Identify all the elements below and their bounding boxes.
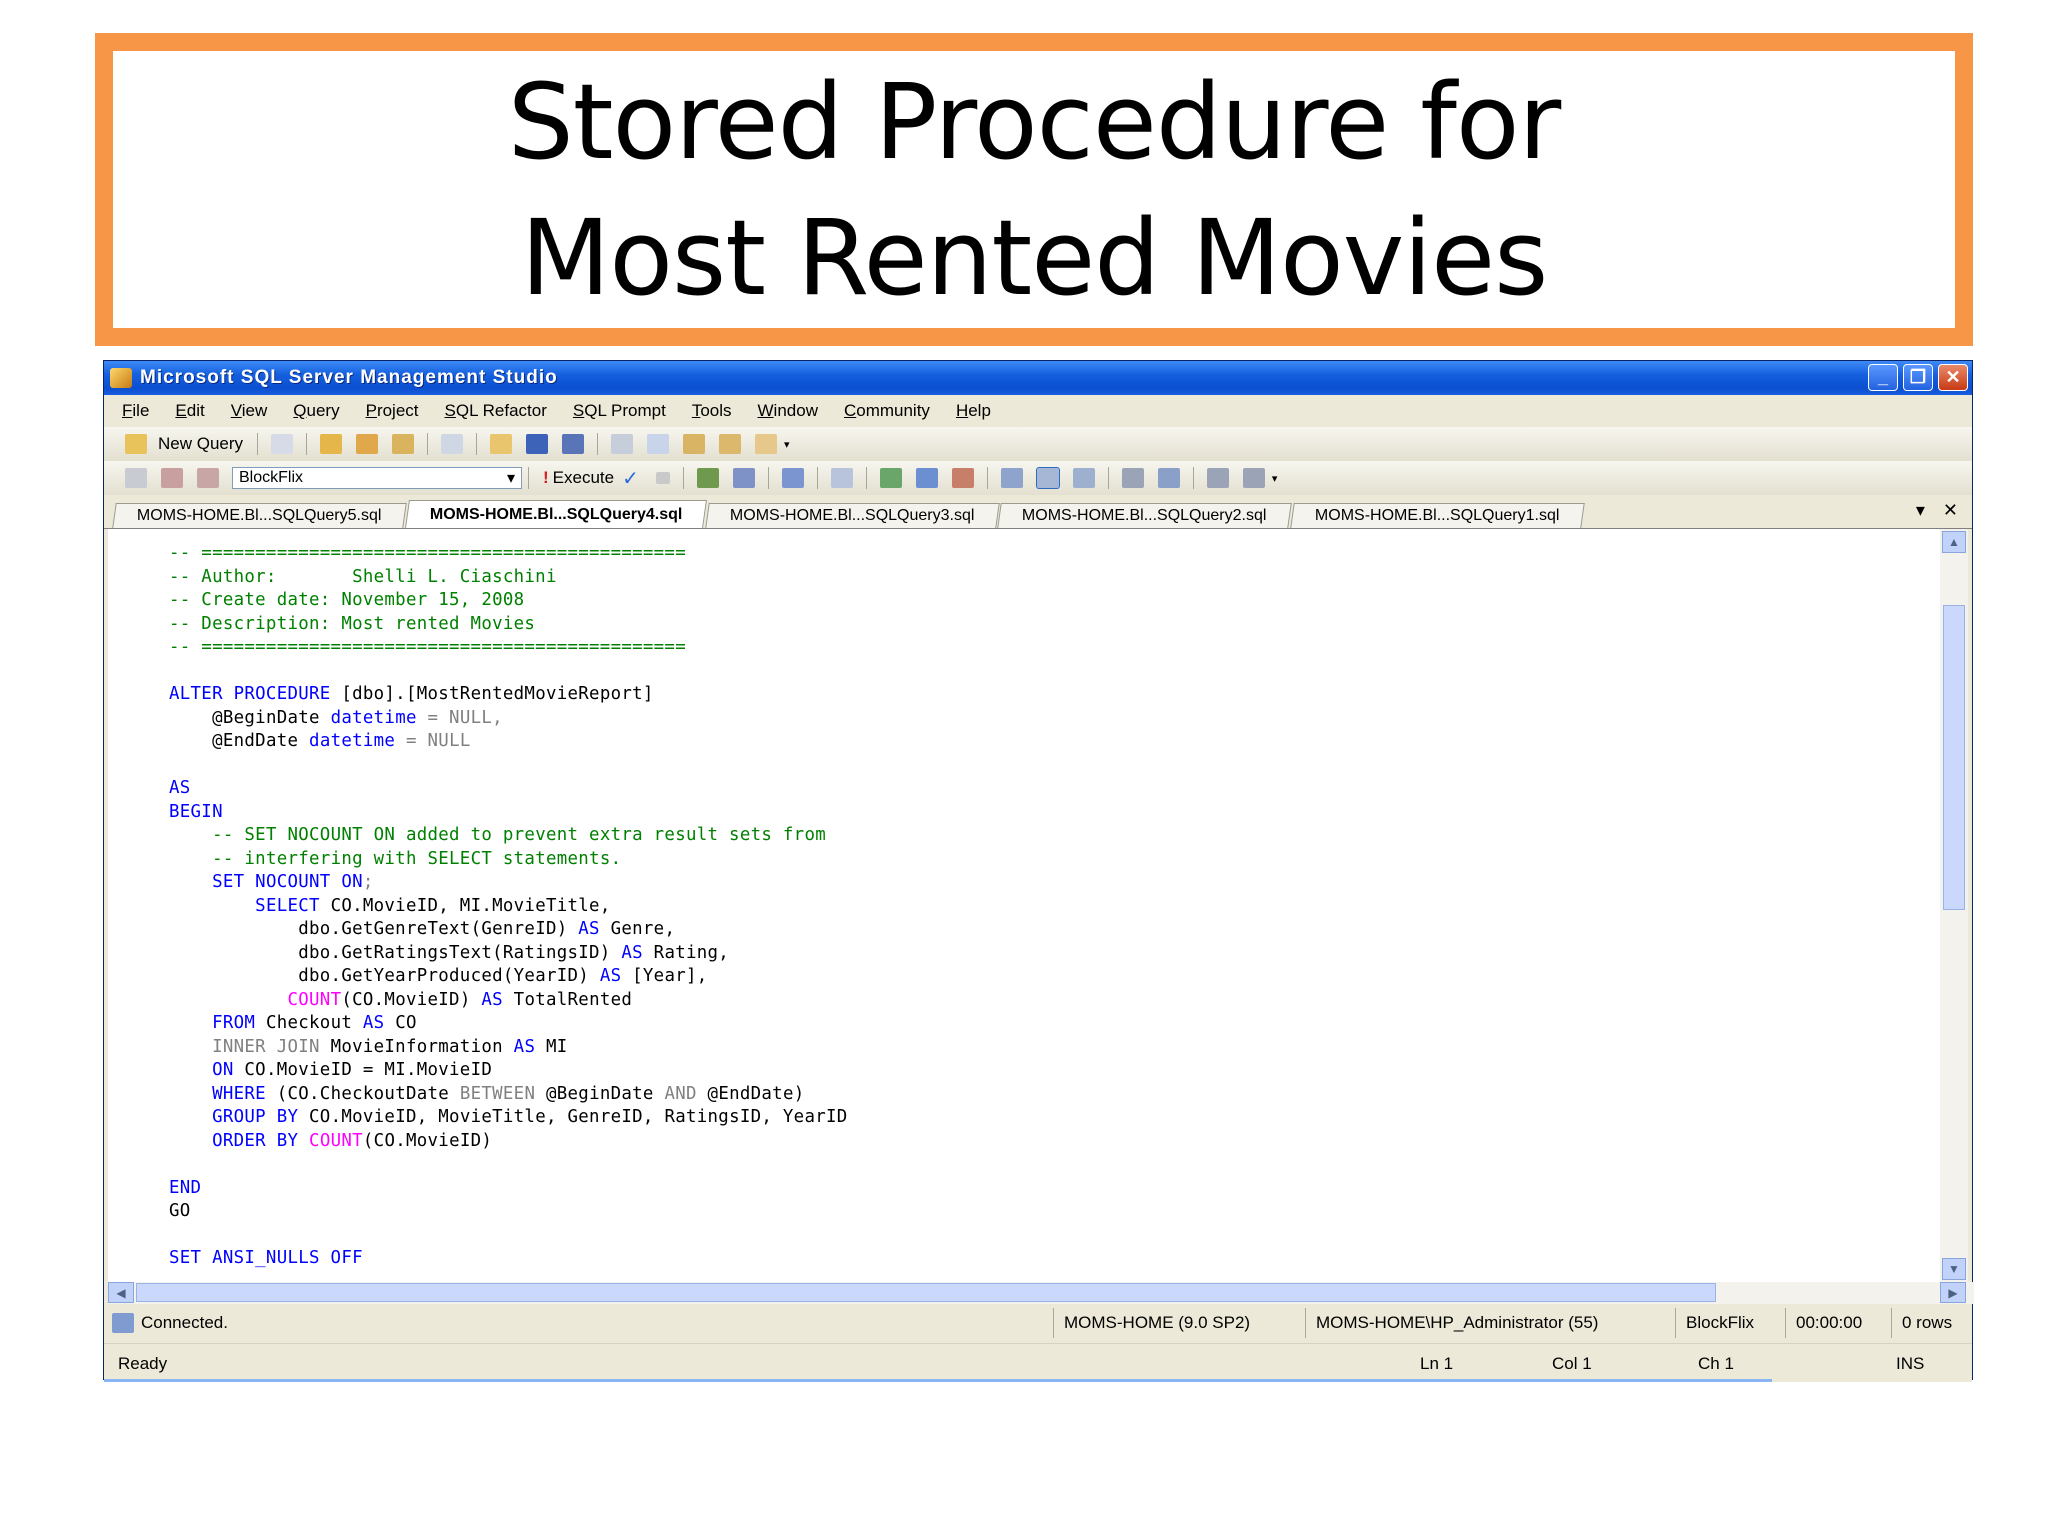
scroll-left-icon[interactable]: ◀ (108, 1282, 134, 1303)
client-statistics-icon[interactable] (915, 468, 938, 488)
database-engine-query-icon[interactable] (320, 434, 343, 454)
query-designer-icon[interactable] (732, 468, 755, 488)
tab-sqlquery4[interactable]: MOMS-HOME.Bl...SQLQuery4.sql (404, 500, 707, 528)
results-grid-active-icon[interactable] (1035, 467, 1060, 489)
line-number: Ln 1 (1420, 1354, 1454, 1373)
open-folder-icon[interactable] (490, 434, 513, 454)
comment-lines-icon[interactable] (1121, 468, 1144, 488)
scroll-right-icon[interactable]: ▶ (1940, 1282, 1966, 1303)
slide-title-box: Stored Procedure for Most Rented Movies (95, 33, 1973, 346)
execute-button[interactable]: Execute (553, 468, 614, 488)
menu-help[interactable]: Help (956, 401, 991, 421)
menu-tools[interactable]: Tools (692, 401, 732, 421)
char-number: Ch 1 (1698, 1354, 1734, 1373)
menu-view[interactable]: View (231, 401, 268, 421)
close-tab-icon[interactable]: ✕ (1943, 500, 1958, 521)
parse-check-icon[interactable]: ✓ (622, 466, 639, 491)
new-file-icon[interactable] (271, 434, 294, 454)
uncomment-lines-icon[interactable] (1157, 468, 1180, 488)
registered-servers-icon[interactable] (611, 434, 634, 454)
cancel-query-icon[interactable] (655, 472, 670, 484)
row-count: 0 rows (1891, 1308, 1971, 1338)
estimated-plan-icon[interactable] (696, 468, 719, 488)
menu-bar: File Edit View Query Project SQL Refacto… (104, 395, 1972, 427)
specify-values-icon[interactable] (781, 468, 804, 488)
standard-toolbar: New Query ▾ (104, 427, 1972, 461)
login-user: MOMS-HOME\HP_Administrator (55) (1305, 1308, 1675, 1338)
insert-mode: INS (1896, 1354, 1925, 1373)
tab-sqlquery3[interactable]: MOMS-HOME.Bl...SQLQuery3.sql (705, 503, 1000, 528)
server-version: MOMS-HOME (9.0 SP2) (1053, 1308, 1305, 1338)
column-number: Col 1 (1552, 1354, 1592, 1373)
ssms-app-icon (110, 368, 132, 388)
results-to-file-icon[interactable] (1072, 468, 1095, 488)
database-select[interactable]: BlockFlix ▾ (232, 467, 522, 489)
slide-title-line2: Most Rented Movies (520, 196, 1549, 319)
toolbar-overflow-icon[interactable]: ▾ (784, 438, 790, 451)
analysis-query-icon[interactable] (356, 434, 379, 454)
intellisense-icon[interactable] (830, 468, 853, 488)
window-title: Microsoft SQL Server Management Studio (140, 367, 558, 388)
connect-icon[interactable] (125, 468, 147, 488)
ready-status-bar: Ready Ln 1 Col 1 Ch 1 INS (104, 1343, 1972, 1382)
increase-indent-icon[interactable] (1242, 468, 1265, 488)
include-plan-icon[interactable] (879, 468, 902, 488)
window-titlebar[interactable]: Microsoft SQL Server Management Studio _… (104, 361, 1972, 395)
restore-button[interactable]: ❐ (1903, 364, 1933, 391)
save-icon[interactable] (526, 434, 549, 454)
document-tabs: MOMS-HOME.Bl...SQLQuery5.sql MOMS-HOME.B… (104, 498, 1972, 529)
sql-editor-toolbar: BlockFlix ▾ ! Execute ✓ ▾ (104, 461, 1972, 495)
scroll-up-icon[interactable]: ▲ (1942, 531, 1966, 553)
menu-query[interactable]: Query (293, 401, 339, 421)
disconnect-icon[interactable] (161, 468, 183, 488)
menu-sql-refactor[interactable]: SQL Refactor (445, 401, 547, 421)
menu-project[interactable]: Project (366, 401, 419, 421)
slide-title-line1: Stored Procedure for (507, 60, 1562, 183)
properties-icon[interactable] (719, 434, 742, 454)
dmx-query-icon[interactable] (392, 434, 415, 454)
close-button[interactable]: ✕ (1938, 364, 1968, 391)
query-status-bar: Connected. MOMS-HOME (9.0 SP2) MOMS-HOME… (104, 1305, 1972, 1341)
menu-file[interactable]: File (122, 401, 149, 421)
toolbox-icon[interactable] (755, 434, 778, 454)
new-query-icon (125, 434, 147, 454)
ssms-window: Microsoft SQL Server Management Studio _… (103, 360, 1974, 1382)
decrease-indent-icon[interactable] (1206, 468, 1229, 488)
new-query-button[interactable]: New Query (158, 434, 243, 454)
execute-icon: ! (543, 468, 549, 487)
results-to-text-icon[interactable] (951, 468, 974, 488)
elapsed-time: 00:00:00 (1785, 1308, 1891, 1338)
open-file-icon[interactable] (441, 434, 464, 454)
code-text: -- =====================================… (169, 543, 848, 1268)
menu-community[interactable]: Community (844, 401, 930, 421)
template-explorer-icon[interactable] (683, 434, 706, 454)
horizontal-scrollbar[interactable]: ◀ ▶ (108, 1282, 1974, 1304)
connection-status: Connected. (141, 1313, 228, 1332)
object-explorer-icon[interactable] (647, 434, 670, 454)
ready-text: Ready (118, 1354, 168, 1373)
menu-sql-prompt[interactable]: SQL Prompt (573, 401, 666, 421)
connected-server-icon (112, 1313, 134, 1333)
vertical-scrollbar[interactable]: ▲ ▼ (1940, 529, 1968, 1282)
menu-edit[interactable]: Edit (175, 401, 204, 421)
tab-list-dropdown-icon[interactable]: ▾ (1916, 500, 1925, 521)
sql-code-editor[interactable]: -- =====================================… (108, 529, 1946, 1282)
scroll-down-icon[interactable]: ▼ (1942, 1258, 1966, 1280)
tab-sqlquery2[interactable]: MOMS-HOME.Bl...SQLQuery2.sql (997, 503, 1292, 528)
tab-sqlquery5[interactable]: MOMS-HOME.Bl...SQLQuery5.sql (112, 503, 407, 528)
save-all-icon[interactable] (562, 434, 585, 454)
change-connection-icon[interactable] (197, 468, 219, 488)
minimize-button[interactable]: _ (1868, 364, 1898, 391)
database-select-value: BlockFlix (239, 469, 304, 486)
menu-window[interactable]: Window (758, 401, 818, 421)
toolbar2-overflow-icon[interactable]: ▾ (1272, 472, 1278, 485)
horizontal-scroll-thumb[interactable] (136, 1283, 1716, 1302)
current-database: BlockFlix (1675, 1308, 1785, 1338)
results-to-grid-icon[interactable] (1000, 468, 1023, 488)
tab-sqlquery1[interactable]: MOMS-HOME.Bl...SQLQuery1.sql (1290, 503, 1585, 528)
chevron-down-icon: ▾ (506, 470, 515, 487)
vertical-scroll-thumb[interactable] (1943, 605, 1965, 910)
